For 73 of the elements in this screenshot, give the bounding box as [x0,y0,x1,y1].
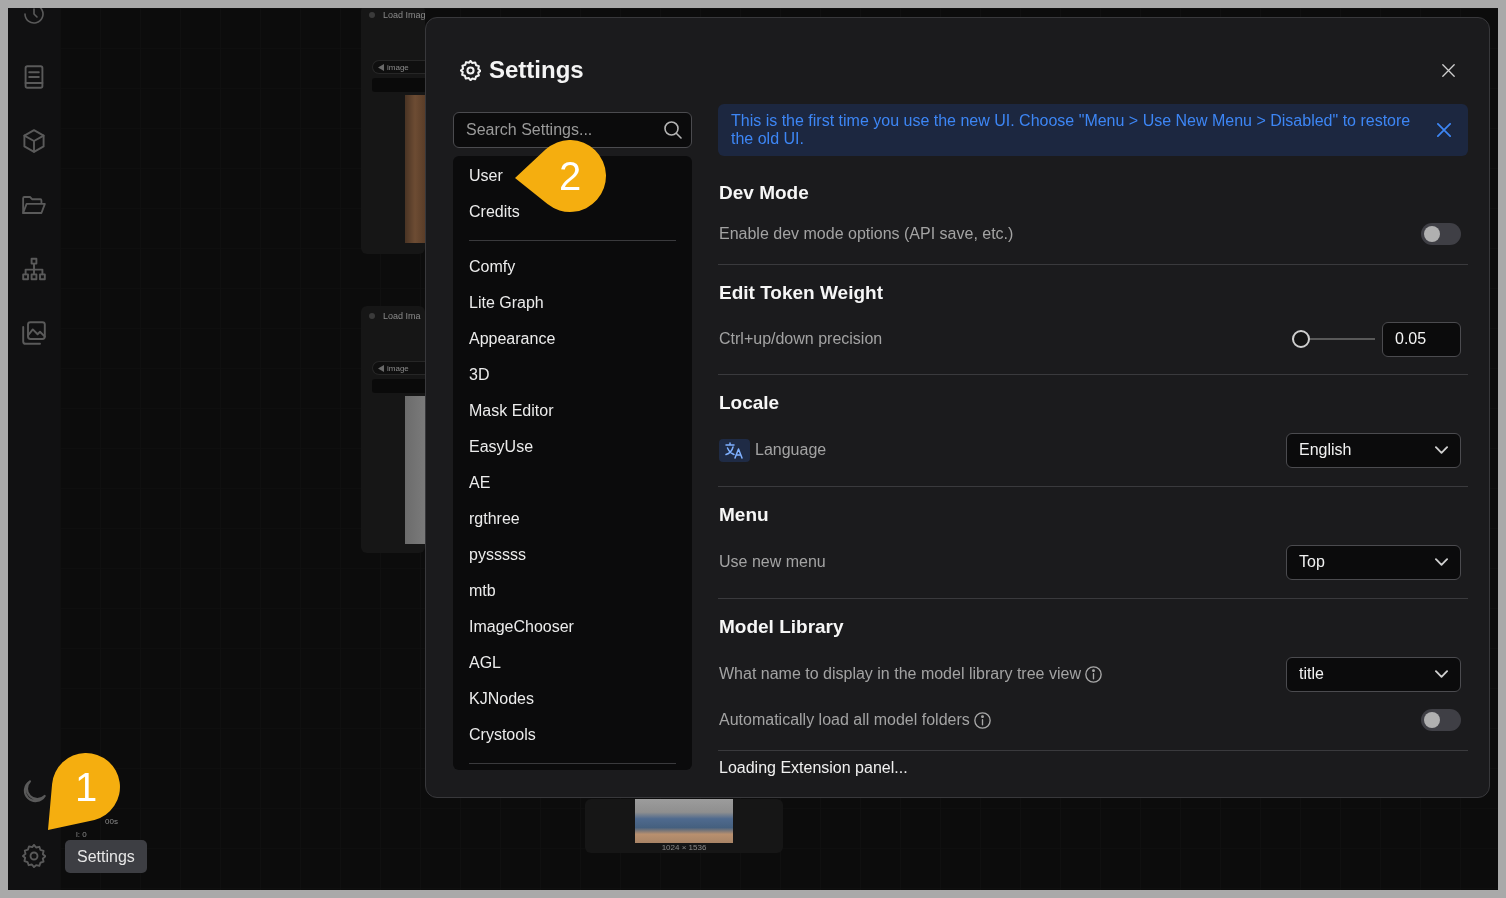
dismiss-button[interactable] [1434,120,1454,140]
cube-icon[interactable] [22,129,46,153]
nav-item[interactable]: Crystools [463,717,542,753]
info-icon[interactable] [1084,665,1102,683]
close-icon [1441,63,1455,77]
setting-label: What name to display in the model library tree view [719,664,1081,684]
section-heading: Menu [719,504,770,526]
dropdown[interactable]: Top [1286,544,1461,580]
settings-icon [460,59,481,81]
chevron-down-icon [1435,558,1448,566]
nav-item[interactable]: AE [463,465,497,501]
info-icon[interactable] [973,711,991,729]
node-card[interactable]: Load Ima image [361,306,425,553]
setting-label: Ctrl+up/down precision [719,329,883,349]
nav-item[interactable]: pysssss [463,537,532,573]
nav-item[interactable]: mtb [463,573,502,609]
node-card[interactable]: 1024 × 1536 [585,799,783,853]
status-text: Loading Extension panel... [718,758,909,777]
stat-text: l: 0 [76,831,87,839]
tooltip: Settings [65,840,147,873]
settings-icon[interactable] [22,844,46,868]
triangle-icon [378,63,384,71]
search-icon[interactable] [664,121,682,139]
nav-item[interactable]: Comfy [463,249,522,285]
image-widget[interactable]: image [372,60,425,74]
translate-icon [719,438,750,462]
folder-icon[interactable] [22,193,46,217]
nav-item[interactable]: Mask Editor [463,393,560,429]
node-title: Load Ima [383,311,421,321]
dropdown[interactable]: English [1286,432,1461,468]
section-heading: Locale [719,392,781,414]
nav-item[interactable]: Lite Graph [463,285,550,321]
status-dot-icon [369,12,375,18]
nav-item[interactable]: Appearance [463,321,562,357]
setting-label: Automatically load all model folders [719,710,970,730]
setting-label: Use new menu [719,552,826,572]
dialog-title: Settings [489,55,584,85]
nav-item[interactable]: 3D [463,357,496,393]
toggle-switch[interactable] [1421,709,1461,731]
image-widget[interactable]: image [372,361,425,375]
toggle-switch[interactable] [1421,223,1461,245]
document-icon[interactable] [22,65,46,89]
section-heading: Dev Mode [719,182,810,204]
slider-thumb[interactable] [1292,330,1310,348]
search-field[interactable]: Search Settings... [453,112,692,148]
banner-text: This is the first time you use the new UI. Choose "Menu > Use New Menu > Disabled" to restore the old UI. [731,112,1412,148]
image-size-label: 1024 × 1536 [660,843,708,852]
moon-icon[interactable] [22,780,46,804]
nav-item[interactable]: EasyUse [463,429,540,465]
chevron-down-icon [1435,446,1448,454]
node-title: Load Imag [383,10,426,20]
nav-item[interactable]: KJNodes [463,681,540,717]
dropdown[interactable]: title [1286,656,1461,692]
text-field[interactable] [372,78,425,92]
stat-text: 00s [105,818,118,826]
nav-item[interactable]: AGL [463,645,507,681]
nav-item[interactable]: ImageChooser [463,609,580,645]
images-icon[interactable] [22,321,46,345]
setting-label: Enable dev mode options (API save, etc.) [719,224,1014,244]
history-icon[interactable] [23,8,45,25]
section-heading: Edit Token Weight [719,282,884,304]
status-dot-icon [369,313,375,319]
nav-item[interactable]: rgthree [463,501,526,537]
number-input[interactable]: 0.05 [1382,321,1461,357]
node-card[interactable]: Load Imag image [361,8,425,254]
close-icon [1437,123,1451,137]
setting-label: Language [755,440,827,460]
chevron-down-icon [1435,670,1448,678]
nav-item[interactable]: User [463,158,509,194]
text-field[interactable] [372,379,425,393]
hierarchy-icon[interactable] [22,257,46,281]
triangle-icon [378,364,384,372]
section-heading: Model Library [719,616,845,638]
